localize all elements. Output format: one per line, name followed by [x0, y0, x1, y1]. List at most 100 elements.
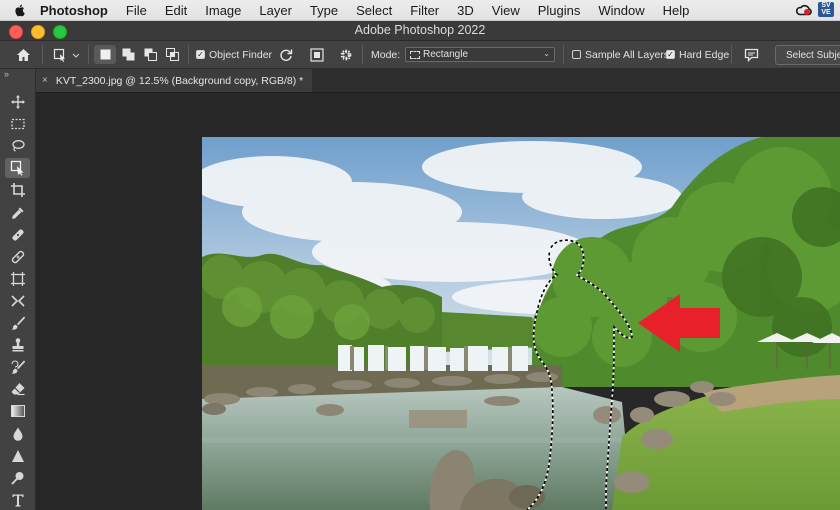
menu-plugins[interactable]: Plugins: [538, 3, 581, 18]
window-title: Adobe Photoshop 2022: [354, 23, 486, 37]
add-to-selection-icon: [122, 48, 134, 61]
window-title-bar: Adobe Photoshop 2022: [0, 21, 840, 41]
object-finder-toggle[interactable]: ✓ Object Finder: [196, 45, 272, 64]
menu-image[interactable]: Image: [205, 3, 241, 18]
menu-filter[interactable]: Filter: [410, 3, 439, 18]
lasso-tool[interactable]: [5, 136, 30, 156]
home-button[interactable]: [12, 45, 34, 64]
mode-label: Mode:: [371, 48, 401, 61]
pen-tool[interactable]: [5, 446, 30, 466]
mode-value: Rectangle: [423, 49, 469, 60]
chevron-down-icon: ⌄: [543, 49, 550, 58]
object-selection-preset-icon: [53, 48, 79, 62]
content-aware-move-icon: [10, 295, 25, 307]
input-source-badge[interactable]: SV VE: [818, 2, 834, 17]
blur-drop-icon: [13, 427, 22, 441]
mode-dropdown-wrap: Rectangle ⌄: [405, 45, 555, 64]
menu-edit[interactable]: Edit: [165, 3, 187, 18]
menu-help[interactable]: Help: [663, 3, 690, 18]
history-brush-tool[interactable]: [5, 357, 30, 377]
waterfall-landscape-photo: [202, 137, 840, 510]
close-document-icon[interactable]: ×: [42, 75, 48, 86]
crop-tool[interactable]: [5, 180, 30, 200]
intersect-selection-button[interactable]: [161, 45, 183, 64]
select-subject-label: Select Subject: [786, 49, 840, 61]
input-source-label: SV VE: [821, 2, 831, 16]
dodge-tool[interactable]: [5, 468, 30, 488]
menu-3d[interactable]: 3D: [457, 3, 474, 18]
clone-stamp-tool[interactable]: [5, 335, 30, 355]
refresh-icon: [280, 49, 293, 61]
sample-all-layers-label: Sample All Layers: [585, 48, 670, 61]
object-finder-checkbox[interactable]: ✓: [196, 50, 205, 59]
healing-brush-icon: [11, 229, 24, 241]
select-subject-button[interactable]: Select Subject: [775, 45, 840, 65]
apple-icon[interactable]: [13, 2, 29, 18]
home-icon: [16, 48, 30, 61]
sharpen-triangle-icon: [11, 450, 24, 462]
brush-tool[interactable]: [5, 313, 30, 333]
show-all-objects-icon: [310, 47, 324, 62]
move-tool[interactable]: [5, 92, 30, 112]
sample-all-layers-toggle[interactable]: Sample All Layers: [572, 45, 669, 64]
document-tab-title: KVT_2300.jpg @ 12.5% (Background copy, R…: [55, 74, 304, 87]
options-bar: ✓ Object Finder Mode: Rectangle ⌄ Sample…: [0, 41, 840, 69]
gradient-tool[interactable]: [5, 401, 30, 421]
toolbar-collapse-icon[interactable]: »: [4, 69, 9, 79]
show-all-objects-button[interactable]: [306, 45, 328, 64]
type-tool[interactable]: [5, 490, 30, 510]
creative-cloud-icon[interactable]: [794, 3, 812, 17]
tools-panel: »: [0, 69, 36, 510]
new-selection-icon: [100, 49, 110, 60]
hard-edge-toggle[interactable]: ✓ Hard Edge: [666, 45, 729, 64]
mode-dropdown[interactable]: Rectangle ⌄: [405, 47, 555, 62]
feedback-icon: [744, 48, 758, 62]
new-selection-button[interactable]: [94, 45, 116, 64]
eyedropper-icon: [11, 207, 23, 219]
clone-stamp-icon: [12, 338, 23, 352]
object-selection-tool[interactable]: [5, 158, 30, 178]
subtract-from-selection-button[interactable]: [139, 45, 161, 64]
menu-file[interactable]: File: [126, 3, 147, 18]
object-finder-settings-button[interactable]: [335, 45, 357, 64]
bandage-icon: [11, 250, 24, 264]
type-icon: [12, 494, 23, 507]
object-finder-label: Object Finder: [209, 48, 273, 61]
history-brush-icon: [10, 360, 25, 374]
rectangle-marquee-icon: [410, 50, 420, 59]
document-tab-strip: × KVT_2300.jpg @ 12.5% (Background copy,…: [36, 69, 840, 93]
tool-preset-picker[interactable]: [50, 45, 82, 64]
brush-icon: [11, 316, 25, 330]
subtract-from-selection-icon: [144, 48, 157, 61]
select-subject-feedback-button[interactable]: [740, 45, 762, 64]
content-aware-move-tool[interactable]: [5, 291, 30, 311]
menu-select[interactable]: Select: [356, 3, 392, 18]
add-to-selection-button[interactable]: [117, 45, 139, 64]
hard-edge-checkbox[interactable]: ✓: [666, 50, 675, 59]
intersect-selection-icon: [165, 48, 179, 61]
eraser-tool[interactable]: [5, 379, 30, 399]
gradient-icon: [10, 405, 25, 417]
menu-type[interactable]: Type: [310, 3, 338, 18]
dodge-icon: [10, 472, 23, 485]
bandage-tool[interactable]: [5, 247, 30, 267]
sample-all-layers-checkbox[interactable]: [572, 50, 581, 59]
hard-edge-label: Hard Edge: [679, 48, 730, 61]
document-tab[interactable]: × KVT_2300.jpg @ 12.5% (Background copy,…: [36, 69, 312, 92]
frame-tool[interactable]: [5, 269, 30, 289]
menu-layer[interactable]: Layer: [259, 3, 292, 18]
document-image[interactable]: [202, 137, 840, 510]
marquee-tool[interactable]: [5, 114, 30, 134]
blur-tool[interactable]: [5, 424, 30, 444]
gear-icon: [340, 49, 352, 60]
menu-window[interactable]: Window: [598, 3, 644, 18]
lasso-icon: [11, 140, 25, 152]
healing-brush-tool[interactable]: [5, 225, 30, 245]
move-icon: [10, 95, 25, 109]
eraser-icon: [11, 383, 24, 396]
rectangle-marquee-icon: [10, 118, 25, 130]
menu-view[interactable]: View: [492, 3, 520, 18]
app-menu-photoshop[interactable]: Photoshop: [40, 3, 108, 18]
eyedropper-tool[interactable]: [5, 203, 30, 223]
refresh-object-finder-button[interactable]: [275, 45, 297, 64]
